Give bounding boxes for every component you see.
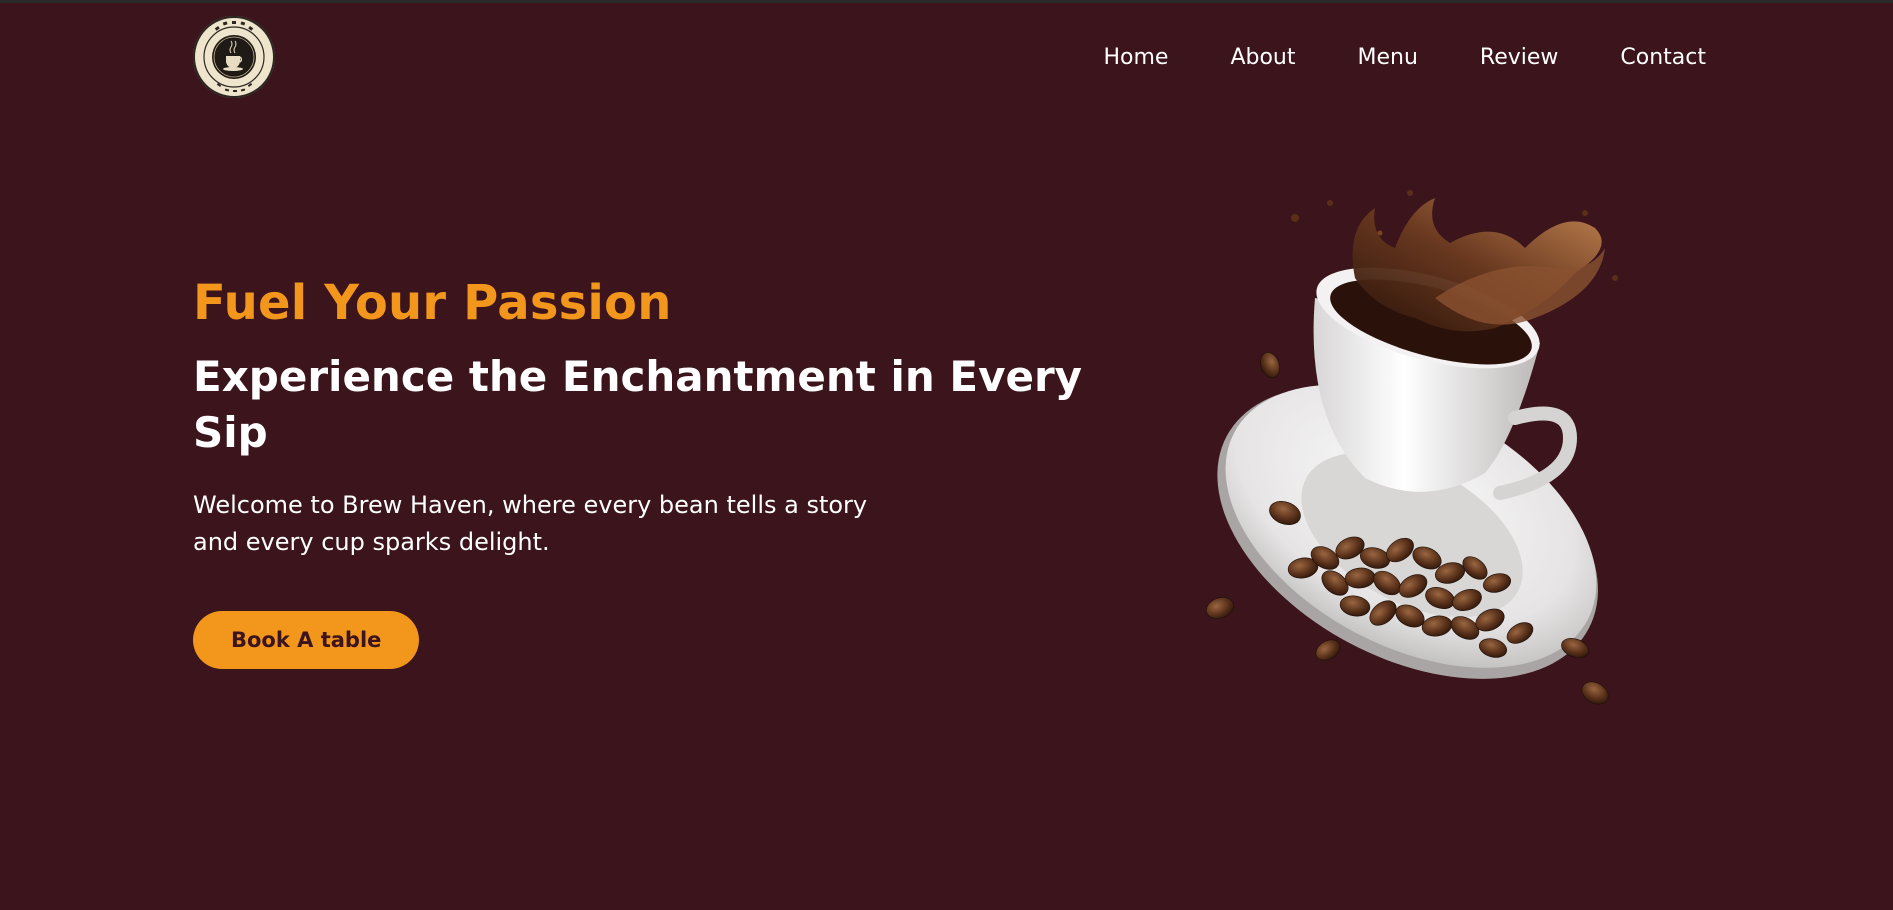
nav-link-review[interactable]: Review <box>1449 35 1590 80</box>
hero-section: Fuel Your Passion Experience the Enchant… <box>193 271 1153 669</box>
coffee-cup-logo-icon <box>193 16 275 98</box>
nav-menu: Home About Menu Review Contact <box>1072 35 1706 80</box>
nav-item-about: About <box>1199 35 1326 80</box>
nav-link-about[interactable]: About <box>1199 35 1326 80</box>
logo[interactable] <box>193 16 275 98</box>
nav-item-home: Home <box>1072 35 1199 80</box>
nav-item-review: Review <box>1449 35 1590 80</box>
nav-link-contact[interactable]: Contact <box>1589 35 1706 80</box>
coffee-cup-image <box>1206 190 1618 705</box>
hero-subtitle: Experience the Enchantment in Every Sip <box>193 352 1083 457</box>
hero-image <box>1195 188 1655 718</box>
nav-link-menu[interactable]: Menu <box>1327 35 1449 80</box>
navbar: Home About Menu Review Contact <box>193 16 1706 98</box>
nav-item-contact: Contact <box>1589 35 1706 80</box>
nav-link-home[interactable]: Home <box>1072 35 1199 80</box>
page: Home About Menu Review Contact Fuel Your… <box>0 0 1893 910</box>
hero-description: Welcome to Brew Haven, where every bean … <box>193 491 868 556</box>
nav-item-menu: Menu <box>1327 35 1449 80</box>
book-table-button[interactable]: Book A table <box>193 611 420 669</box>
hero-title: Fuel Your Passion <box>193 275 672 331</box>
